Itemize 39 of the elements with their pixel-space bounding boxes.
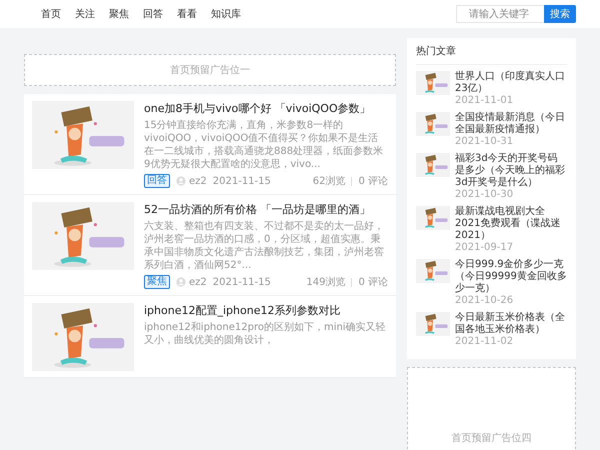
article-excerpt: iphone12和iphone12pro的区别如下，mini确实又轻又小，曲线优美的圆角设计， bbox=[144, 321, 387, 347]
post-date: 2021-10-30 bbox=[455, 189, 514, 201]
post-date: 2021-11-01 bbox=[455, 95, 514, 107]
article-title[interactable]: iphone12配置_iphone12系列参数对比 bbox=[144, 303, 388, 319]
nav-link[interactable]: 聚焦 bbox=[109, 7, 129, 21]
comment-count: 0 评论 bbox=[358, 276, 388, 289]
article-title[interactable]: one加8手机与vivo哪个好 「vivoiQOO参数」 bbox=[144, 101, 388, 117]
avatar-icon bbox=[176, 277, 186, 287]
hot-article-link[interactable]: 全国疫情最新消息（今日全国最新疫情通报） bbox=[455, 112, 567, 136]
hot-article-link[interactable]: 今日最新玉米价格表（全国各地玉米价格表） bbox=[455, 312, 567, 336]
nav-link[interactable]: 知识库 bbox=[211, 7, 241, 21]
ad-text: 首页预留广告位一 bbox=[170, 64, 250, 77]
view-count: 62浏览 bbox=[312, 174, 346, 188]
nav-link[interactable]: 看看 bbox=[177, 7, 197, 21]
post-date: 2021-10-26 bbox=[455, 295, 514, 307]
hot-article-link[interactable]: 世界人口（印度真实人口23亿） bbox=[455, 71, 567, 95]
category-tag[interactable]: 回答 bbox=[144, 174, 170, 188]
post-date: 2021-11-15 bbox=[212, 176, 271, 186]
article-title[interactable]: 52一品坊酒的所有价格 「一品坊是哪里的酒」 bbox=[144, 202, 388, 218]
post-date: 2021-11-15 bbox=[212, 276, 271, 288]
category-tag[interactable]: 聚焦 bbox=[144, 275, 170, 289]
nav-link[interactable]: 关注 bbox=[75, 7, 95, 21]
nav-link[interactable]: 回答 bbox=[143, 7, 163, 21]
hot-article-link[interactable]: 最新谍战电视剧大全2021免费观看（谍战迷2021） bbox=[455, 206, 567, 242]
section-title: 热门文章 bbox=[416, 42, 567, 65]
view-count: 149浏览 bbox=[306, 276, 346, 289]
search-button[interactable]: 搜索 bbox=[544, 5, 576, 23]
article-excerpt: 15分钟直接给你充满，直角，米参数8一样的vivoiQOO，vivoiQOO值不值得买？你如果不是生活在一二线城市，搭载高通骁龙888处理器，纸面参数米9优势无疑很大配置啥的没意思，vivo... bbox=[144, 119, 384, 171]
comment-count: 0 评论 bbox=[358, 175, 388, 188]
search-field[interactable]: 请输入关键字 bbox=[456, 5, 544, 23]
nav-link[interactable]: 首页 bbox=[41, 7, 61, 21]
avatar-icon bbox=[176, 176, 186, 186]
post-date: 2021-09-17 bbox=[455, 242, 514, 254]
article-excerpt: 六支装、整箱也有四支装、不过都不是卖的太一品好，泸州老窖一品坊酒的口感，0，分区域，超值实惠。秉承中国非物质文化遗产古法酿制技艺，集团，泸州老窖系列白酒，酒仙网52°... bbox=[144, 220, 385, 272]
post-date: 2021-11-02 bbox=[455, 336, 514, 348]
post-date: 2021-10-31 bbox=[455, 136, 514, 148]
hot-article-link[interactable]: 福彩3d今天的开奖号码是多少（今天晚上的福彩3d开奖号是什么） bbox=[455, 153, 567, 189]
hot-article-link[interactable]: 今日999.9金价多少一克（今日99999黄金回收多少一克） bbox=[455, 259, 567, 295]
ad-text: 首页预留广告位四 bbox=[452, 432, 532, 445]
